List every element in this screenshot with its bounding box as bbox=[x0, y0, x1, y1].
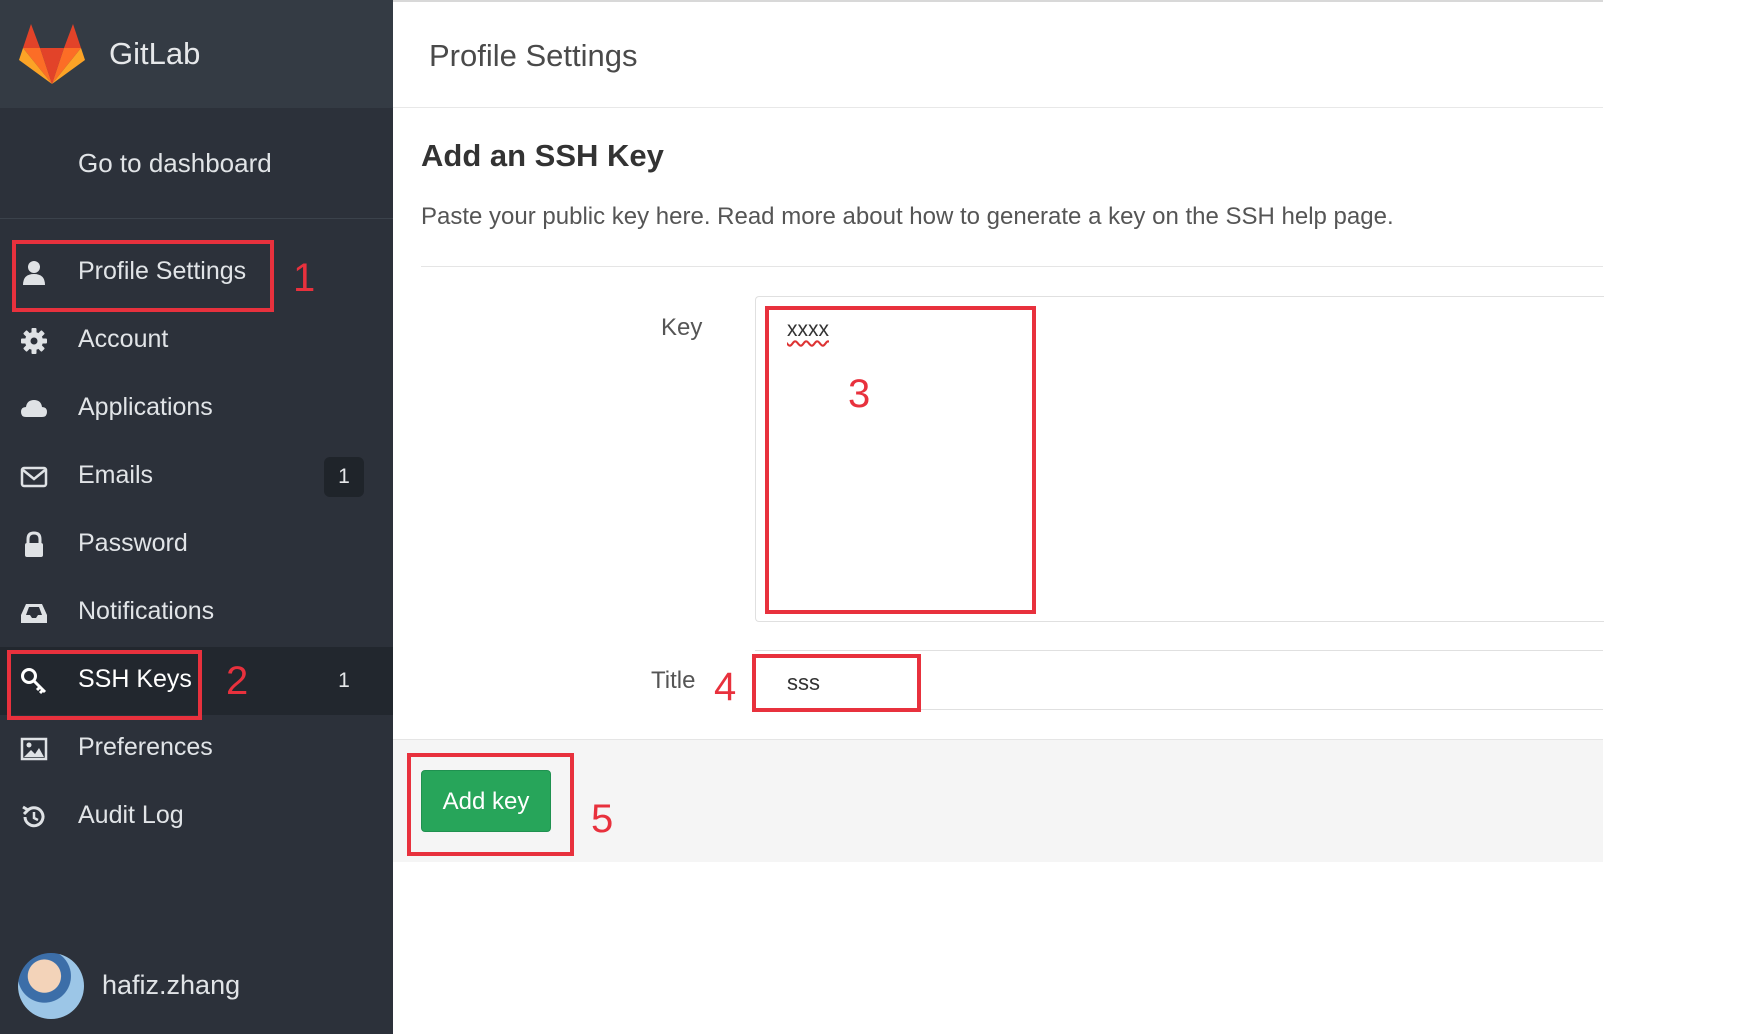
inbox-icon bbox=[21, 604, 47, 623]
sidebar-item-preferences[interactable]: Preferences bbox=[0, 715, 393, 783]
avatar[interactable] bbox=[18, 953, 84, 1019]
page-title: Profile Settings bbox=[429, 38, 638, 73]
annotation-number-2: 2 bbox=[226, 659, 249, 703]
gear-icon bbox=[21, 328, 47, 354]
username[interactable]: hafiz.zhang bbox=[102, 970, 240, 1001]
annotation-number-3: 3 bbox=[848, 372, 871, 416]
cloud-icon bbox=[21, 400, 47, 417]
section-divider bbox=[421, 266, 1603, 267]
annotation-number-1: 1 bbox=[293, 256, 316, 300]
sidebar-item-notifications[interactable]: Notifications bbox=[0, 579, 393, 647]
sidebar-item-label: Emails bbox=[78, 461, 154, 489]
sidebar-item-password[interactable]: Password bbox=[0, 511, 393, 579]
annotation-box-2 bbox=[7, 650, 202, 720]
sidebar-item-emails[interactable]: Emails 1 bbox=[0, 443, 393, 511]
section-description: Paste your public key here. Read more ab… bbox=[421, 203, 1394, 230]
sidebar-item-label: Notifications bbox=[78, 597, 215, 625]
annotation-box-4 bbox=[752, 654, 921, 712]
annotation-box-1 bbox=[12, 240, 274, 312]
user-profile[interactable]: hafiz.zhang bbox=[18, 953, 378, 1019]
go-to-dashboard-link[interactable]: Go to dashboard bbox=[78, 148, 272, 179]
annotation-box-5 bbox=[407, 753, 574, 856]
form-actions bbox=[393, 739, 1603, 862]
title-label: Title bbox=[651, 667, 696, 694]
count-badge: 1 bbox=[338, 669, 350, 692]
envelope-icon bbox=[20, 466, 48, 488]
section-title: Add an SSH Key bbox=[421, 138, 664, 173]
sidebar-item-label: Audit Log bbox=[78, 801, 184, 829]
sidebar-header: GitLab bbox=[0, 0, 393, 108]
sidebar-item-label: Account bbox=[78, 325, 169, 353]
history-icon bbox=[22, 805, 45, 828]
sidebar-item-label: Preferences bbox=[78, 733, 213, 761]
annotation-number-4: 4 bbox=[714, 665, 737, 709]
lock-icon bbox=[25, 531, 43, 557]
annotation-box-3 bbox=[765, 306, 1036, 614]
sidebar-item-label: Applications bbox=[78, 393, 213, 421]
brand-name[interactable]: GitLab bbox=[109, 36, 200, 72]
gitlab-logo-icon[interactable] bbox=[18, 24, 86, 86]
count-badge: 1 bbox=[324, 457, 364, 497]
sidebar: GitLab Go to dashboard Profile Settings … bbox=[0, 0, 393, 1034]
sidebar-divider bbox=[0, 218, 393, 219]
sidebar-item-account[interactable]: Account bbox=[0, 307, 393, 375]
image-icon bbox=[20, 737, 48, 761]
page-header: Profile Settings bbox=[393, 2, 1603, 108]
sidebar-item-label: Password bbox=[78, 529, 188, 557]
sidebar-item-audit-log[interactable]: Audit Log bbox=[0, 783, 393, 851]
sidebar-item-applications[interactable]: Applications bbox=[0, 375, 393, 443]
annotation-number-5: 5 bbox=[591, 797, 614, 841]
key-label: Key bbox=[661, 314, 703, 341]
